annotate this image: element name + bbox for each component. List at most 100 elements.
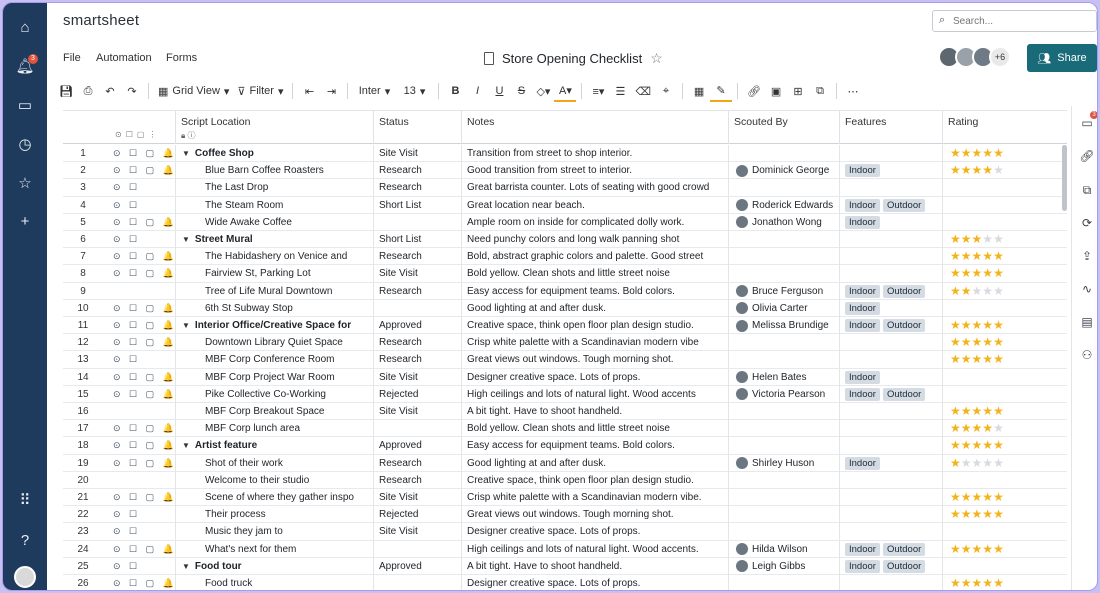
header-notes[interactable]: Notes — [462, 111, 729, 144]
rating-star-icon[interactable]: ★ — [982, 163, 993, 177]
cell-features[interactable] — [840, 523, 943, 541]
cell-scouted-by[interactable] — [729, 489, 840, 506]
favorites-star-icon[interactable]: ☆ — [15, 173, 35, 193]
table-row[interactable]: 24 ⊙ ☐ ▢ 🔔 What's next for them High ceilin… — [63, 540, 1067, 558]
row-action-icons[interactable]: ⊙ ☐ ▢ 🔔 — [103, 162, 176, 180]
rating-star-icon[interactable]: ★ — [972, 163, 983, 177]
cell-notes[interactable]: Good lighting at and after dusk. — [462, 454, 729, 472]
cell-status[interactable]: Site Visit — [374, 523, 462, 541]
rating-star-icon[interactable]: ★ — [993, 249, 1004, 263]
rating-star-icon[interactable]: ★ — [950, 421, 961, 435]
row-action-icons[interactable]: ⊙ ☐ — [103, 506, 176, 524]
cell-notes[interactable]: Ample room on inside for complicated dol… — [462, 213, 729, 231]
cell-features[interactable] — [840, 420, 943, 438]
cell-scouted-by[interactable] — [729, 248, 840, 266]
align-icon[interactable]: ≡▾ — [587, 80, 609, 102]
cell-status[interactable]: Research — [374, 179, 462, 197]
row-action-icons[interactable]: ⊙ ☐ ▢ 🔔 — [103, 248, 176, 266]
cell-notes[interactable]: Creative space, think open floor plan de… — [462, 317, 729, 334]
cell-rating[interactable] — [943, 197, 1061, 214]
cell-script-location[interactable]: Wide Awake Coffee — [176, 213, 374, 231]
header-rating[interactable]: Rating — [943, 111, 1067, 144]
cell-status[interactable] — [374, 213, 462, 231]
cell-scouted-by[interactable] — [729, 506, 840, 524]
table-row[interactable]: 10 ⊙ ☐ ▢ 🔔 6th St Subway Stop Good lighting… — [63, 299, 1067, 317]
favorite-star-icon[interactable]: ☆ — [650, 50, 663, 67]
wrap-text-icon[interactable]: ☰ — [609, 80, 631, 102]
row-number[interactable]: 15 — [63, 386, 103, 403]
row-action-icons[interactable]: ⊙ ☐ ▢ 🔔 — [103, 265, 176, 283]
row-number[interactable]: 13 — [63, 351, 103, 368]
cell-script-location[interactable]: ▼ Artist feature — [176, 437, 374, 455]
rating-star-icon[interactable]: ★ — [972, 146, 983, 160]
more-options-icon[interactable]: ⋯ — [842, 80, 864, 102]
cell-rating[interactable]: ★★★★★ — [943, 437, 1061, 454]
cell-scouted-by[interactable] — [729, 471, 840, 489]
rating-star-icon[interactable]: ★ — [961, 163, 972, 177]
cell-rating[interactable]: ★★★★★ — [943, 231, 1061, 248]
collapse-triangle-icon[interactable]: ▼ — [182, 562, 190, 571]
row-number[interactable]: 11 — [63, 317, 103, 334]
cell-script-location[interactable]: Blue Barn Coffee Roasters — [176, 162, 374, 180]
row-number[interactable]: 22 — [63, 506, 103, 523]
rating-star-icon[interactable]: ★ — [982, 542, 993, 556]
cell-features[interactable]: Indoor — [840, 299, 943, 317]
browse-folder-icon[interactable]: ▭ — [15, 95, 35, 115]
rating-star-icon[interactable]: ★ — [993, 490, 1004, 504]
row-number[interactable]: 21 — [63, 489, 103, 506]
cell-features[interactable] — [840, 179, 943, 197]
attachments-link-icon[interactable]: 🔗︎ — [1079, 148, 1095, 164]
row-action-icons[interactable]: ⊙ ☐ ▢ 🔔 — [103, 454, 176, 472]
table-row[interactable]: 14 ⊙ ☐ ▢ 🔔 MBF Corp Project War Room Site V… — [63, 368, 1067, 386]
font-family-dropdown[interactable]: Inter ▾ — [353, 80, 395, 102]
rating-star-icon[interactable]: ★ — [961, 456, 972, 470]
cell-script-location[interactable]: Their process — [176, 506, 374, 524]
cell-scouted-by[interactable] — [729, 575, 840, 590]
cell-notes[interactable]: Good lighting at and after dusk. — [462, 299, 729, 317]
rating-star-icon[interactable]: ★ — [950, 249, 961, 263]
rating-star-icon[interactable]: ★ — [950, 507, 961, 521]
rating-star-icon[interactable]: ★ — [961, 232, 972, 246]
cell-features[interactable] — [840, 334, 943, 352]
row-action-icons[interactable]: ⊙ ☐ ▢ 🔔 — [103, 145, 176, 162]
cell-script-location[interactable]: The Habidashery on Venice and — [176, 248, 374, 266]
table-row[interactable]: 16 MBF Corp Breakout Space Site Visit A bit… — [63, 403, 1067, 421]
row-action-icons[interactable]: ⊙ ☐ ▢ 🔔 — [103, 540, 176, 558]
save-icon[interactable]: 💾︎ — [55, 80, 77, 102]
rating-star-icon[interactable]: ★ — [972, 438, 983, 452]
table-row[interactable]: 25 ⊙ ☐ ▼ Food tour Approved A bit tight. Have… — [63, 557, 1067, 575]
cell-notes[interactable]: Bold yellow. Clean shots and little stre… — [462, 265, 729, 283]
cell-status[interactable]: Approved — [374, 557, 462, 575]
row-action-icons[interactable]: ⊙ ☐ ▢ 🔔 — [103, 489, 176, 506]
rating-star-icon[interactable]: ★ — [972, 232, 983, 246]
row-number[interactable]: 18 — [63, 437, 103, 454]
cell-features[interactable]: Indoor Outdoor — [840, 196, 943, 214]
cell-scouted-by[interactable] — [729, 351, 840, 369]
search-box[interactable]: ⌕ — [932, 10, 1097, 32]
header-scouted-by[interactable]: Scouted By — [729, 111, 840, 144]
cell-status[interactable]: Site Visit — [374, 145, 462, 162]
cell-scouted-by[interactable]: Bruce Ferguson — [729, 282, 840, 300]
cell-rating[interactable] — [943, 386, 1061, 403]
rating-star-icon[interactable]: ★ — [950, 438, 961, 452]
rating-star-icon[interactable]: ★ — [961, 284, 972, 298]
cell-rating[interactable]: ★★★★★ — [943, 248, 1061, 265]
table-row[interactable]: 17 ⊙ ☐ ▢ 🔔 MBF Corp lunch area Bold yellow.… — [63, 420, 1067, 438]
cell-rating[interactable]: ★★★★★ — [943, 334, 1061, 351]
rating-star-icon[interactable]: ★ — [982, 490, 993, 504]
row-action-icons[interactable]: ⊙ ☐ — [103, 351, 176, 369]
rating-star-icon[interactable]: ★ — [950, 146, 961, 160]
cell-status[interactable]: Approved — [374, 437, 462, 455]
cell-notes[interactable]: Creative space, think open floor plan de… — [462, 471, 729, 489]
cell-scouted-by[interactable]: Dominick George — [729, 162, 840, 180]
cell-features[interactable] — [840, 231, 943, 248]
rating-star-icon[interactable]: ★ — [993, 421, 1004, 435]
cell-rating[interactable]: ★★★★★ — [943, 489, 1061, 506]
row-number[interactable]: 4 — [63, 197, 103, 214]
cell-status[interactable]: Research — [374, 334, 462, 352]
row-number[interactable]: 19 — [63, 455, 103, 472]
cell-status[interactable]: Research — [374, 248, 462, 266]
table-row[interactable]: 18 ⊙ ☐ ▢ 🔔 ▼ Artist feature Approved Easy acc… — [63, 437, 1067, 455]
sheet-title[interactable]: Store Opening Checklist — [502, 51, 642, 66]
cell-script-location[interactable]: Scene of where they gather inspo — [176, 489, 374, 506]
